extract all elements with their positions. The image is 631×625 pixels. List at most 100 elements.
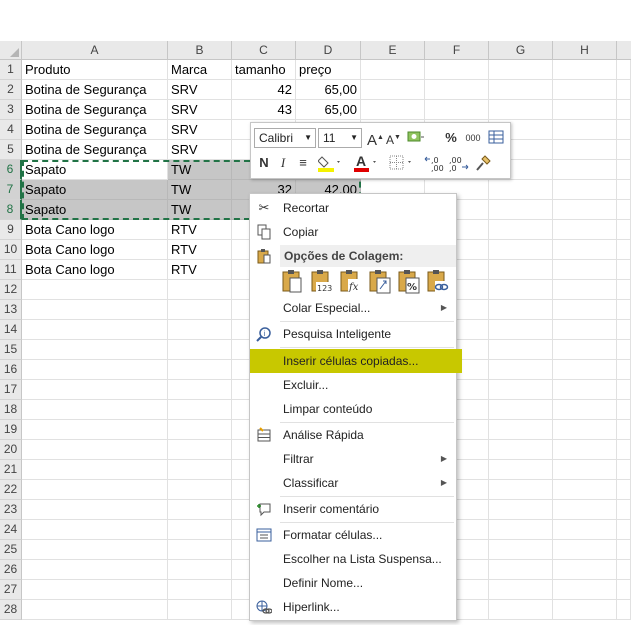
col-header-b[interactable]: B xyxy=(168,41,232,60)
col-header-g[interactable]: G xyxy=(489,41,553,60)
row-header[interactable]: 9 xyxy=(0,220,22,240)
cell[interactable] xyxy=(168,420,232,440)
cell[interactable]: RTV xyxy=(168,260,232,280)
cell[interactable]: Sapato xyxy=(22,160,168,180)
cell[interactable] xyxy=(22,320,168,340)
grow-font-icon[interactable]: A▲ xyxy=(367,129,384,149)
cell[interactable]: Sapato xyxy=(22,180,168,200)
paste-values-button[interactable]: 123 xyxy=(310,269,334,295)
bold-button[interactable]: N xyxy=(257,154,271,172)
cell[interactable] xyxy=(553,260,617,280)
cell[interactable] xyxy=(553,80,617,100)
cell[interactable]: SRV xyxy=(168,120,232,140)
menu-item-define-name[interactable]: Definir Nome... xyxy=(250,572,456,594)
cell[interactable] xyxy=(489,460,553,480)
cell[interactable] xyxy=(489,320,553,340)
cell[interactable] xyxy=(22,280,168,300)
cell[interactable] xyxy=(168,580,232,600)
cell[interactable] xyxy=(489,340,553,360)
cell[interactable] xyxy=(617,360,631,380)
cell[interactable]: Bota Cano logo xyxy=(22,220,168,240)
row-header[interactable]: 21 xyxy=(0,460,22,480)
cell[interactable] xyxy=(489,580,553,600)
cell[interactable] xyxy=(553,240,617,260)
cell[interactable] xyxy=(553,500,617,520)
menu-item-delete[interactable]: Excluir... xyxy=(250,374,456,396)
cell[interactable] xyxy=(22,340,168,360)
cell[interactable] xyxy=(553,560,617,580)
cell[interactable] xyxy=(617,600,631,620)
cell[interactable] xyxy=(22,520,168,540)
col-header-partial[interactable] xyxy=(617,41,631,60)
row-header[interactable]: 5 xyxy=(0,140,22,160)
row-header[interactable]: 4 xyxy=(0,120,22,140)
cell[interactable] xyxy=(168,560,232,580)
cell[interactable] xyxy=(489,540,553,560)
cell[interactable] xyxy=(489,80,553,100)
format-painter-table-icon[interactable] xyxy=(487,129,505,147)
cell[interactable] xyxy=(553,380,617,400)
cell[interactable] xyxy=(553,140,617,160)
row-header[interactable]: 17 xyxy=(0,380,22,400)
font-size-combo[interactable]: 11 ▼ xyxy=(318,128,362,148)
cell[interactable] xyxy=(22,460,168,480)
cell[interactable] xyxy=(22,400,168,420)
cell[interactable] xyxy=(553,60,617,80)
cell[interactable] xyxy=(168,440,232,460)
paste-formatting-button[interactable]: % xyxy=(397,269,421,295)
cell[interactable] xyxy=(489,500,553,520)
menu-item-format-cells[interactable]: Formatar células... xyxy=(250,524,456,546)
col-header-h[interactable]: H xyxy=(553,41,617,60)
cell[interactable] xyxy=(617,420,631,440)
cell[interactable] xyxy=(489,600,553,620)
row-header[interactable]: 12 xyxy=(0,280,22,300)
col-header-d[interactable]: D xyxy=(296,41,361,60)
cell[interactable] xyxy=(617,160,631,180)
menu-item-insert-copied-cells[interactable]: Inserir células copiadas... xyxy=(250,349,462,373)
cell[interactable] xyxy=(425,80,489,100)
cell[interactable] xyxy=(489,480,553,500)
menu-item-paste-special[interactable]: Colar Especial... ▶ xyxy=(250,297,456,319)
cell[interactable] xyxy=(168,340,232,360)
cell[interactable] xyxy=(22,360,168,380)
cell[interactable] xyxy=(168,520,232,540)
cell[interactable] xyxy=(617,500,631,520)
cell[interactable] xyxy=(22,600,168,620)
menu-item-clear-contents[interactable]: Limpar conteúdo xyxy=(250,398,456,420)
cell[interactable] xyxy=(489,560,553,580)
cell[interactable]: 43 xyxy=(232,100,296,120)
cell[interactable] xyxy=(617,440,631,460)
cell[interactable] xyxy=(617,200,631,220)
cell[interactable] xyxy=(168,600,232,620)
col-header-c[interactable]: C xyxy=(232,41,296,60)
select-all-corner[interactable] xyxy=(0,41,22,60)
cell[interactable] xyxy=(553,360,617,380)
row-header[interactable]: 6 xyxy=(0,160,22,180)
percent-style-button[interactable]: % xyxy=(444,129,458,147)
cell[interactable]: Produto xyxy=(22,60,168,80)
cell[interactable] xyxy=(168,400,232,420)
cell[interactable] xyxy=(22,540,168,560)
cell[interactable] xyxy=(553,480,617,500)
row-header[interactable]: 1 xyxy=(0,60,22,80)
row-header[interactable]: 23 xyxy=(0,500,22,520)
cell[interactable] xyxy=(168,540,232,560)
cell[interactable] xyxy=(553,460,617,480)
row-header[interactable]: 19 xyxy=(0,420,22,440)
cell[interactable] xyxy=(489,400,553,420)
cell[interactable] xyxy=(168,460,232,480)
cell[interactable] xyxy=(553,540,617,560)
cell[interactable] xyxy=(617,400,631,420)
cell[interactable]: SRV xyxy=(168,100,232,120)
cell[interactable]: Sapato xyxy=(22,200,168,220)
cell[interactable]: 42 xyxy=(232,80,296,100)
cell[interactable]: SRV xyxy=(168,140,232,160)
col-header-f[interactable]: F xyxy=(425,41,489,60)
cell[interactable] xyxy=(617,380,631,400)
cell[interactable]: RTV xyxy=(168,220,232,240)
menu-item-sort[interactable]: Classificar ▶ xyxy=(250,472,456,494)
decrease-decimal-button[interactable]: ,00,0 xyxy=(448,154,470,173)
cell[interactable] xyxy=(168,500,232,520)
col-header-e[interactable]: E xyxy=(361,41,425,60)
paste-link-button[interactable] xyxy=(426,269,450,295)
